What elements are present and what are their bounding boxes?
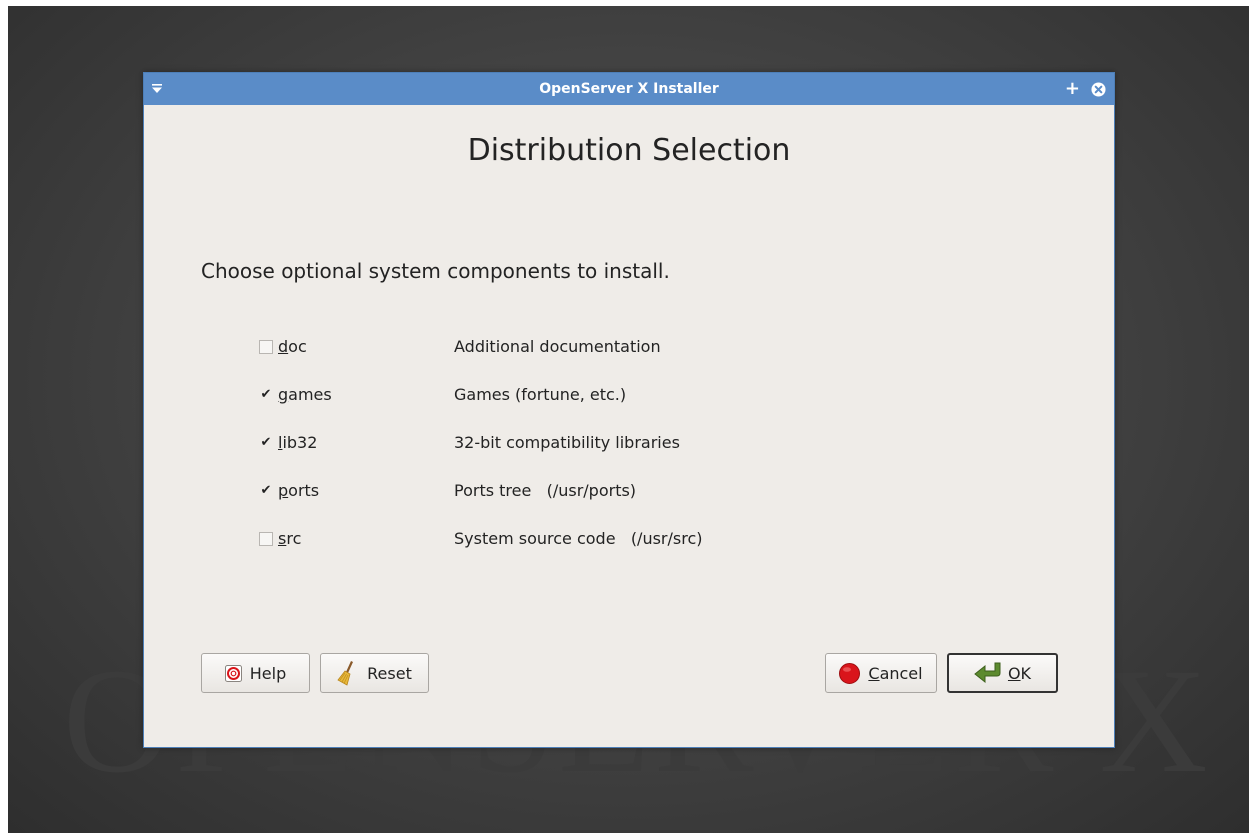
close-icon[interactable] [1091,82,1106,97]
cancel-button-label: Cancel [868,663,923,683]
instruction-text: Choose optional system components to ins… [201,259,670,283]
option-row-lib32[interactable]: ✔ lib32 32-bit compatibility libraries [259,426,779,474]
option-description-lib32: 32-bit compatibility libraries [454,433,680,452]
option-label-lib32[interactable]: lib32 [278,433,317,452]
checkbox-src[interactable] [259,532,273,546]
ok-button-label: OK [1007,663,1032,683]
option-description-doc: Additional documentation [454,337,661,356]
option-row-src[interactable]: src System source code (/usr/src) [259,522,779,570]
stop-icon [839,662,861,684]
checkbox-games[interactable]: ✔ [259,388,273,402]
option-description-src: System source code (/usr/src) [454,529,703,548]
option-label-doc[interactable]: doc [278,337,307,356]
component-options-list: doc Additional documentation ✔ games Gam… [259,330,779,570]
reset-button[interactable]: Reset [320,653,429,693]
checkbox-ports[interactable]: ✔ [259,484,273,498]
arrow-return-icon [974,661,1004,685]
checkbox-lib32[interactable]: ✔ [259,436,273,450]
option-row-ports[interactable]: ✔ ports Ports tree (/usr/ports) [259,474,779,522]
page-title: Distribution Selection [467,133,791,168]
option-row-games[interactable]: ✔ games Games (fortune, etc.) [259,378,779,426]
desktop-background: OPENSERVER X OpenServer X Installer + Di… [8,6,1249,833]
maximize-plus-icon[interactable]: + [1065,79,1080,99]
checkbox-doc[interactable] [259,340,273,354]
option-description-games: Games (fortune, etc.) [454,385,627,404]
installer-window: OpenServer X Installer + Distribution Se… [143,72,1115,748]
reset-button-label: Reset [367,663,412,683]
lifebuoy-icon [224,664,242,682]
cancel-button[interactable]: Cancel [825,653,937,693]
option-label-games[interactable]: games [278,385,332,404]
option-label-src[interactable]: src [278,529,301,548]
option-label-ports[interactable]: ports [278,481,319,500]
title-bar[interactable]: OpenServer X Installer + [144,73,1114,105]
broom-icon [337,660,359,686]
option-description-ports: Ports tree (/usr/ports) [454,481,637,500]
ok-button[interactable]: OK [947,653,1058,693]
option-row-doc[interactable]: doc Additional documentation [259,330,779,378]
help-button-label: Help [249,663,287,683]
window-title: OpenServer X Installer [539,81,719,97]
help-button[interactable]: Help [201,653,310,693]
